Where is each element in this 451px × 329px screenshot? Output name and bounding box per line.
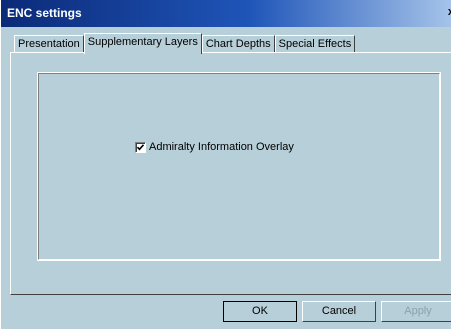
- tab-presentation[interactable]: Presentation: [14, 35, 84, 53]
- checkmark-icon: [136, 143, 145, 150]
- tab-panel: [10, 52, 451, 295]
- title-bar[interactable]: ENC settings x: [1, 0, 451, 27]
- layers-group-box: [37, 72, 441, 261]
- admiralty-overlay-option[interactable]: Admiralty Information Overlay: [135, 141, 294, 153]
- ok-button[interactable]: OK: [223, 301, 297, 322]
- tab-strip: Presentation Supplementary Layers Chart …: [14, 33, 356, 54]
- enc-settings-dialog: ENC settings x Presentation Supplementar…: [0, 0, 451, 329]
- window-title: ENC settings: [7, 6, 82, 20]
- cancel-button[interactable]: Cancel: [302, 301, 376, 322]
- tab-chart-depths[interactable]: Chart Depths: [201, 35, 275, 53]
- apply-button[interactable]: Apply: [381, 301, 451, 322]
- tab-special-effects[interactable]: Special Effects: [274, 35, 356, 53]
- admiralty-overlay-label: Admiralty Information Overlay: [149, 141, 294, 153]
- tab-supplementary-layers[interactable]: Supplementary Layers: [83, 33, 202, 54]
- admiralty-overlay-checkbox[interactable]: [135, 141, 146, 153]
